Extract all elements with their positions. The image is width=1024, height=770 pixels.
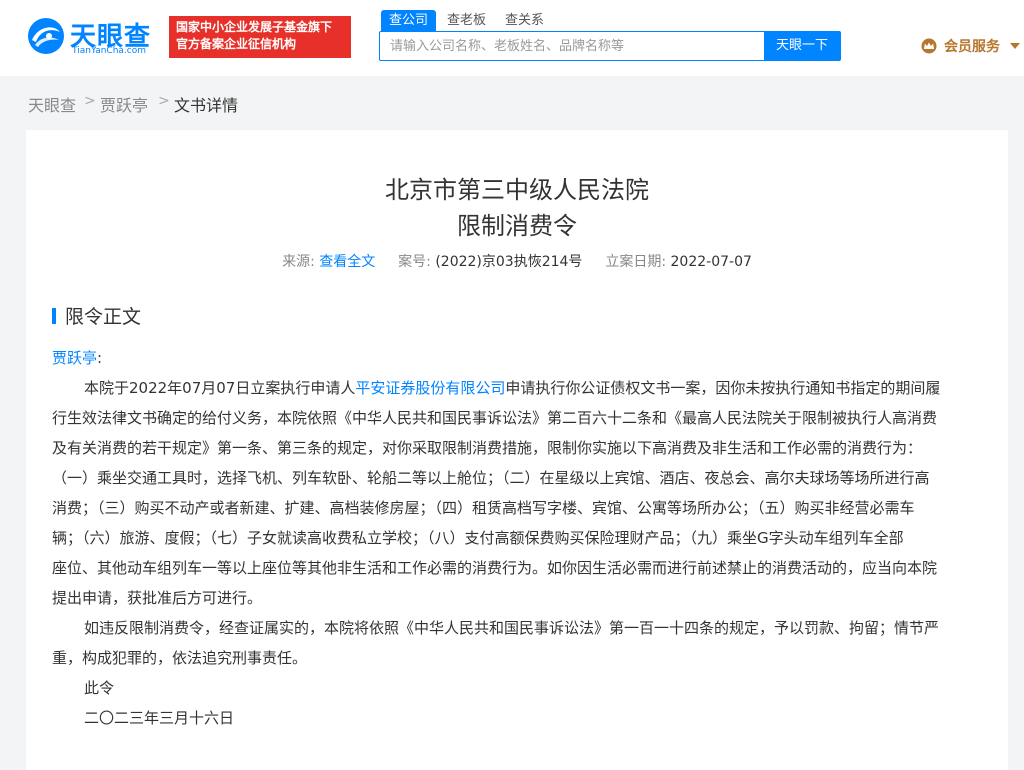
paragraph-1-line: 座位、其他动车组列车一等以上座位等其他非生活和工作必需的消费行为。如你因生活必需… bbox=[52, 559, 938, 577]
top-header: 天眼查 TianYanCha.com 国家中小企业发展子基金旗下 官方备案企业征… bbox=[0, 0, 1024, 76]
signature-date: 二〇二三年三月十六日 bbox=[84, 709, 235, 727]
paragraph-2-line: 重，构成犯罪的，依法追究刑事责任。 bbox=[52, 649, 308, 667]
logo-subtext: TianYanCha.com bbox=[72, 46, 147, 56]
breadcrumb-separator: > bbox=[158, 93, 170, 109]
banner-line-1: 国家中小企业发展子基金旗下 bbox=[176, 20, 333, 34]
tab-relation[interactable]: 查关系 bbox=[505, 10, 544, 32]
paragraph-1-line: （一）乘坐交通工具时，选择飞机、列车软卧、轮船二等以上舱位；（二）在星级以上宾馆… bbox=[52, 469, 930, 487]
paragraph-1-line: 本院于2022年07月07日立案执行申请人平安证券股份有限公司申请执行你公证债权… bbox=[84, 379, 941, 397]
closing-text: 此令 bbox=[84, 679, 115, 697]
breadcrumb-current: 文书详情 bbox=[174, 96, 239, 115]
tab-company[interactable]: 查公司 bbox=[381, 10, 437, 32]
paragraph-1-line: 及有关消费的若干规定》第一条、第三条的规定，对你采取限制消费措施，限制你实施以下… bbox=[52, 439, 923, 457]
source-label: 来源: bbox=[282, 254, 315, 270]
court-name: 北京市第三中级人民法院 bbox=[385, 176, 649, 204]
section-title: 限令正文 bbox=[65, 306, 142, 328]
paragraph-1-line: 消费；（三）购买不动产或者新建、扩建、高档装修房屋；（四）租赁高档写字楼、宾馆、… bbox=[52, 499, 915, 517]
filing-date-label: 立案日期: bbox=[605, 254, 667, 270]
search-button[interactable]: 天眼一下 bbox=[764, 32, 840, 60]
banner-line-2: 官方备案企业征信机构 bbox=[176, 37, 297, 51]
paragraph-1-line: 辆；（六）旅游、度假；（七）子女就读高收费私立学校；（八）支付高额保费购买保险理… bbox=[52, 529, 904, 547]
site-logo[interactable]: 天眼查 TianYanCha.com bbox=[26, 14, 160, 58]
addressee-link[interactable]: 贾跃亭 bbox=[52, 349, 97, 367]
document-meta: 来源: 查看全文 案号: (2022)京03执恢214号 立案日期: 2022-… bbox=[26, 251, 1008, 271]
addressee-line: 贾跃亭: bbox=[52, 349, 103, 367]
section-accent-bar bbox=[52, 308, 56, 324]
case-number-label: 案号: bbox=[398, 254, 431, 270]
breadcrumb-person[interactable]: 贾跃亭 bbox=[100, 92, 148, 116]
sme-fund-banner[interactable]: 国家中小企业发展子基金旗下 官方备案企业征信机构 bbox=[169, 16, 351, 58]
tab-boss[interactable]: 查老板 bbox=[447, 10, 486, 32]
breadcrumb-separator: > bbox=[84, 93, 96, 109]
paragraph-1-line: 行生效法律文书确定的给付义务，本院依照《中华人民共和国民事诉讼法》第二百六十二条… bbox=[52, 409, 938, 427]
document-card: 北京市第三中级人民法院 限制消费令 来源: 查看全文 案号: (2022)京03… bbox=[26, 130, 1008, 770]
document-type: 限制消费令 bbox=[457, 212, 577, 240]
breadcrumb-home[interactable]: 天眼查 bbox=[28, 92, 76, 116]
chevron-down-icon bbox=[1010, 43, 1020, 49]
search-input[interactable] bbox=[380, 32, 765, 60]
member-service-label: 会员服务 bbox=[944, 39, 1000, 55]
view-full-text-link[interactable]: 查看全文 bbox=[319, 254, 375, 270]
eye-logo-icon bbox=[28, 18, 64, 54]
paragraph-2-line: 如违反限制消费令，经查证属实的，本院将依照《中华人民共和国民事诉讼法》第一百一十… bbox=[84, 619, 940, 637]
case-number: (2022)京03执恢214号 bbox=[435, 254, 583, 270]
paragraph-1-line: 提出申请，获批准后方可进行。 bbox=[52, 589, 263, 607]
crown-icon bbox=[921, 38, 937, 54]
search-box: 天眼一下 bbox=[379, 31, 841, 61]
applicant-link[interactable]: 平安证券股份有限公司 bbox=[355, 379, 505, 397]
filing-date: 2022-07-07 bbox=[670, 254, 752, 270]
